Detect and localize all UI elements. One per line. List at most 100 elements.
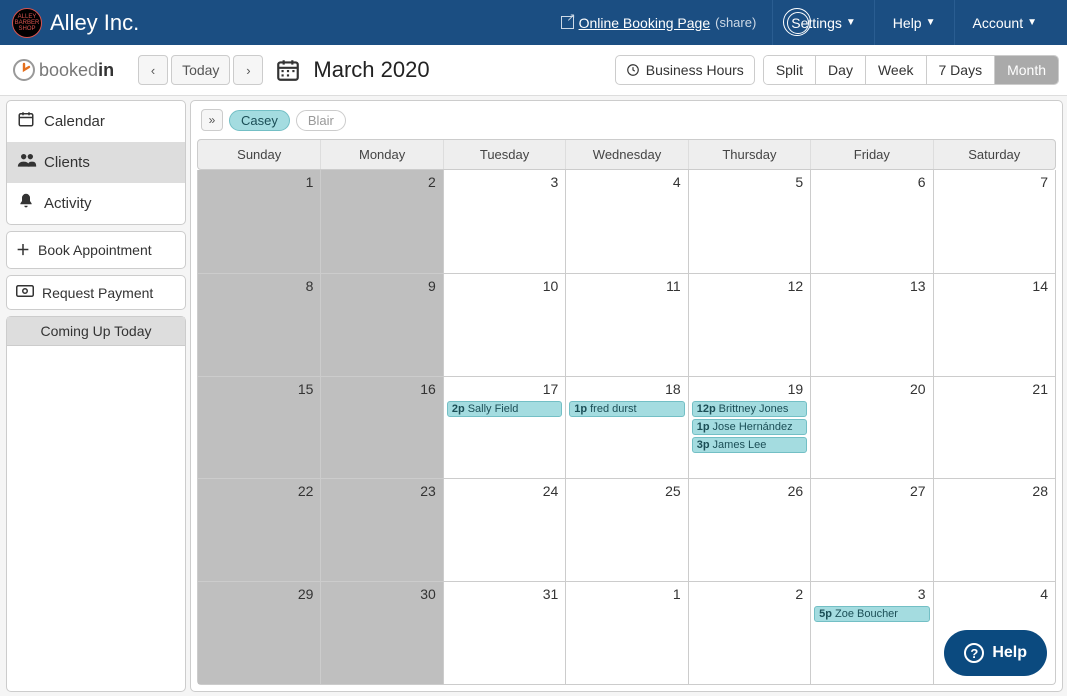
appointment[interactable]: 1pJose Hernández: [692, 419, 807, 435]
calendar-cell[interactable]: 25: [565, 479, 687, 581]
appointment[interactable]: 2pSally Field: [447, 401, 562, 417]
online-booking-link[interactable]: Online Booking Page: [579, 15, 711, 31]
calendar-icon: [17, 110, 35, 133]
today-button[interactable]: Today: [171, 55, 230, 85]
calendar-cell[interactable]: 2: [320, 170, 442, 273]
nav-calendar[interactable]: Calendar: [7, 101, 185, 142]
day-number: 27: [910, 483, 926, 499]
calendar-cell[interactable]: 27: [810, 479, 932, 581]
day-number: 3: [550, 174, 558, 190]
prev-button[interactable]: ‹: [138, 55, 168, 85]
day-number: 2: [795, 586, 803, 602]
calendar-cell[interactable]: 17 2pSally Field: [443, 377, 565, 479]
online-booking-group: Online Booking Page (share): [561, 15, 757, 31]
month-title: March 2020: [313, 57, 429, 83]
share-link[interactable]: (share): [715, 15, 756, 30]
request-payment-label: Request Payment: [42, 285, 153, 301]
view-switcher: SplitDayWeek7 DaysMonth: [763, 55, 1059, 85]
day-header: Friday: [810, 140, 932, 169]
view-7days[interactable]: 7 Days: [926, 56, 995, 84]
nav-activity[interactable]: Activity: [7, 182, 185, 224]
calendar-cell[interactable]: 9: [320, 274, 442, 376]
book-appointment-button[interactable]: ＋ Book Appointment: [6, 231, 186, 269]
day-number: 15: [298, 381, 314, 397]
calendar-cell[interactable]: 23: [320, 479, 442, 581]
day-number: 4: [1040, 586, 1048, 602]
calendar-cell[interactable]: 5: [688, 170, 810, 273]
day-number: 3: [918, 586, 926, 602]
request-payment-button[interactable]: Request Payment: [6, 275, 186, 310]
coming-up-header: Coming Up Today: [7, 317, 185, 346]
view-month[interactable]: Month: [994, 56, 1058, 84]
staff-chip-casey[interactable]: Casey: [229, 110, 290, 131]
calendar-cell[interactable]: 7: [933, 170, 1055, 273]
calendar-cell[interactable]: 3 5pZoe Boucher: [810, 582, 932, 684]
calendar-cell[interactable]: 15: [198, 377, 320, 479]
view-day[interactable]: Day: [815, 56, 865, 84]
calendar-cell[interactable]: 20: [810, 377, 932, 479]
calendar-cell[interactable]: 11: [565, 274, 687, 376]
help-icon: ?: [964, 643, 984, 663]
help-fab[interactable]: ? Help: [944, 630, 1047, 676]
staff-chip-blair[interactable]: Blair: [296, 110, 346, 131]
view-split[interactable]: Split: [764, 56, 815, 84]
clock-icon: [12, 58, 36, 82]
day-number: 17: [543, 381, 559, 397]
calendar-cell[interactable]: 21: [933, 377, 1055, 479]
calendar-cell[interactable]: 2: [688, 582, 810, 684]
day-number: 29: [298, 586, 314, 602]
settings-menu[interactable]: Settings▼: [772, 0, 874, 45]
calendar-cell[interactable]: 1: [565, 582, 687, 684]
view-week[interactable]: Week: [865, 56, 926, 84]
calendar-cell[interactable]: 1: [198, 170, 320, 273]
calendar-cell[interactable]: 22: [198, 479, 320, 581]
calendar-cell[interactable]: 24: [443, 479, 565, 581]
calendar-cell[interactable]: 181pfred durst: [565, 377, 687, 479]
book-appointment-label: Book Appointment: [38, 242, 152, 258]
coming-up-body: [7, 346, 185, 691]
payment-icon: [16, 284, 34, 301]
calendar-cell[interactable]: 3: [443, 170, 565, 273]
appointment[interactable]: 3pJames Lee: [692, 437, 807, 453]
calendar-picker-icon[interactable]: [275, 57, 301, 83]
calendar-cell[interactable]: 10: [443, 274, 565, 376]
app-logo: bookedin: [12, 58, 114, 82]
calendar-cell[interactable]: 6: [810, 170, 932, 273]
top-bar: ALLEY BARBER SHOP Alley Inc. Online Book…: [0, 0, 1067, 45]
help-menu[interactable]: Help▼: [874, 0, 954, 45]
calendar-cell[interactable]: 26: [688, 479, 810, 581]
appointment[interactable]: 5pZoe Boucher: [814, 606, 929, 622]
nav-block: CalendarClientsActivity: [6, 100, 186, 225]
calendar-cell[interactable]: 30: [320, 582, 442, 684]
day-number: 22: [298, 483, 314, 499]
day-header: Thursday: [688, 140, 810, 169]
clock-small-icon: [626, 63, 640, 77]
calendar-cell[interactable]: 4: [565, 170, 687, 273]
day-number: 26: [788, 483, 804, 499]
business-hours-button[interactable]: Business Hours: [615, 55, 755, 85]
clients-icon: [17, 152, 35, 173]
calendar-cell[interactable]: 16: [320, 377, 442, 479]
nav-clients[interactable]: Clients: [7, 142, 185, 182]
day-number: 9: [428, 278, 436, 294]
day-number: 6: [918, 174, 926, 190]
expand-filters-button[interactable]: »: [201, 109, 223, 131]
day-number: 30: [420, 586, 436, 602]
next-button[interactable]: ›: [233, 55, 263, 85]
calendar-cell[interactable]: 14: [933, 274, 1055, 376]
bell-icon: [17, 192, 35, 215]
appointment[interactable]: 1pfred durst: [569, 401, 684, 417]
calendar-cell[interactable]: 13: [810, 274, 932, 376]
help-fab-label: Help: [992, 644, 1027, 662]
calendar-cell[interactable]: 1912pBrittney Jones1pJose Hernández3pJam…: [688, 377, 810, 479]
day-number: 4: [673, 174, 681, 190]
day-number: 23: [420, 483, 436, 499]
calendar-cell[interactable]: 29: [198, 582, 320, 684]
calendar-cell[interactable]: 8: [198, 274, 320, 376]
account-menu[interactable]: Account▼: [954, 0, 1056, 45]
appointment[interactable]: 12pBrittney Jones: [692, 401, 807, 417]
day-header: Sunday: [198, 140, 320, 169]
calendar-cell[interactable]: 12: [688, 274, 810, 376]
calendar-cell[interactable]: 31: [443, 582, 565, 684]
calendar-cell[interactable]: 28: [933, 479, 1055, 581]
